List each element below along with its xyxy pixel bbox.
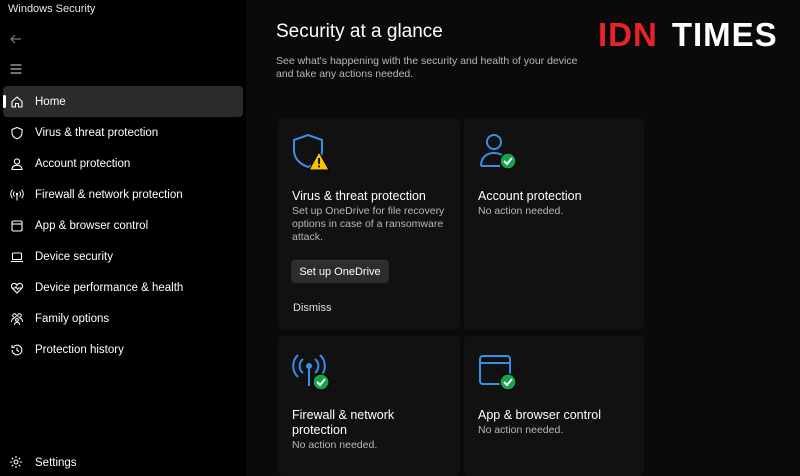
sidebar-item-label: App & browser control <box>35 219 149 232</box>
gear-icon <box>9 455 25 471</box>
page-title: Security at a glance <box>276 21 443 42</box>
card-title: Firewall & network protection <box>292 408 395 437</box>
card-title: Account protection <box>478 189 582 203</box>
sidebar-item-settings[interactable]: Settings <box>0 448 246 476</box>
heart-pulse-icon <box>9 280 25 296</box>
menu-button[interactable] <box>9 62 25 76</box>
main-content: Security at a glance See what's happenin… <box>246 0 800 476</box>
dismiss-link[interactable]: Dismiss <box>293 302 332 314</box>
card-account-protection[interactable]: Account protection No action needed. <box>464 118 644 330</box>
sidebar-item-virus-threat-protection[interactable]: Virus & threat protection <box>0 117 246 148</box>
firewall-ok-icon <box>291 352 335 396</box>
app-browser-ok-icon <box>478 352 522 396</box>
brand-logo: IDN TIMES <box>598 16 778 53</box>
sidebar-item-home[interactable]: Home <box>3 86 243 117</box>
sidebar-item-label: Account protection <box>35 157 131 170</box>
antenna-icon <box>9 187 25 203</box>
sidebar-item-label: Device security <box>35 250 113 263</box>
app-title: Windows Security <box>8 3 96 15</box>
account-ok-icon <box>478 132 522 176</box>
back-button[interactable] <box>9 32 25 46</box>
nav-list: Home Virus & threat protection Account p… <box>0 86 246 365</box>
sidebar-item-account-protection[interactable]: Account protection <box>0 148 246 179</box>
set-up-onedrive-button[interactable]: Set up OneDrive <box>291 260 389 283</box>
page-description: See what's happening with the security a… <box>276 55 578 80</box>
history-icon <box>9 342 25 358</box>
card-text: Set up OneDrive for file recovery option… <box>292 205 445 243</box>
app-window-icon <box>9 218 25 234</box>
shield-warning-icon <box>291 132 335 176</box>
home-icon <box>9 94 25 110</box>
shield-icon <box>9 125 25 141</box>
family-icon <box>9 311 25 327</box>
card-text: No action needed. <box>478 424 564 436</box>
hamburger-menu-icon <box>10 64 22 74</box>
card-title: Virus & threat protection <box>292 189 426 203</box>
card-virus-threat-protection[interactable]: Virus & threat protection Set up OneDriv… <box>278 118 460 330</box>
sidebar-item-family-options[interactable]: Family options <box>0 303 246 334</box>
laptop-icon <box>9 249 25 265</box>
sidebar-item-device-performance-health[interactable]: Device performance & health <box>0 272 246 303</box>
card-app-browser-control[interactable]: App & browser control No action needed. <box>464 336 644 476</box>
card-text: No action needed. <box>292 439 378 451</box>
card-title: App & browser control <box>478 408 601 422</box>
sidebar-item-label: Home <box>35 95 66 108</box>
back-arrow-icon <box>10 34 21 44</box>
sidebar-item-firewall-network-protection[interactable]: Firewall & network protection <box>0 179 246 210</box>
person-icon <box>9 156 25 172</box>
sidebar-item-label: Family options <box>35 312 110 325</box>
sidebar: Home Virus & threat protection Account p… <box>0 18 246 476</box>
brand-logo-part-1: IDN <box>598 16 658 53</box>
sidebar-item-label: Firewall & network protection <box>35 188 183 201</box>
brand-logo-part-2: TIMES <box>671 16 778 53</box>
card-firewall-network-protection[interactable]: Firewall & network protection No action … <box>278 336 460 476</box>
sidebar-item-device-security[interactable]: Device security <box>0 241 246 272</box>
sidebar-item-app-browser-control[interactable]: App & browser control <box>0 210 246 241</box>
settings-label: Settings <box>35 457 77 469</box>
sidebar-item-protection-history[interactable]: Protection history <box>0 334 246 365</box>
sidebar-item-label: Protection history <box>35 343 124 356</box>
sidebar-item-label: Virus & threat protection <box>35 126 159 139</box>
sidebar-item-label: Device performance & health <box>35 281 184 294</box>
card-text: No action needed. <box>478 205 564 217</box>
